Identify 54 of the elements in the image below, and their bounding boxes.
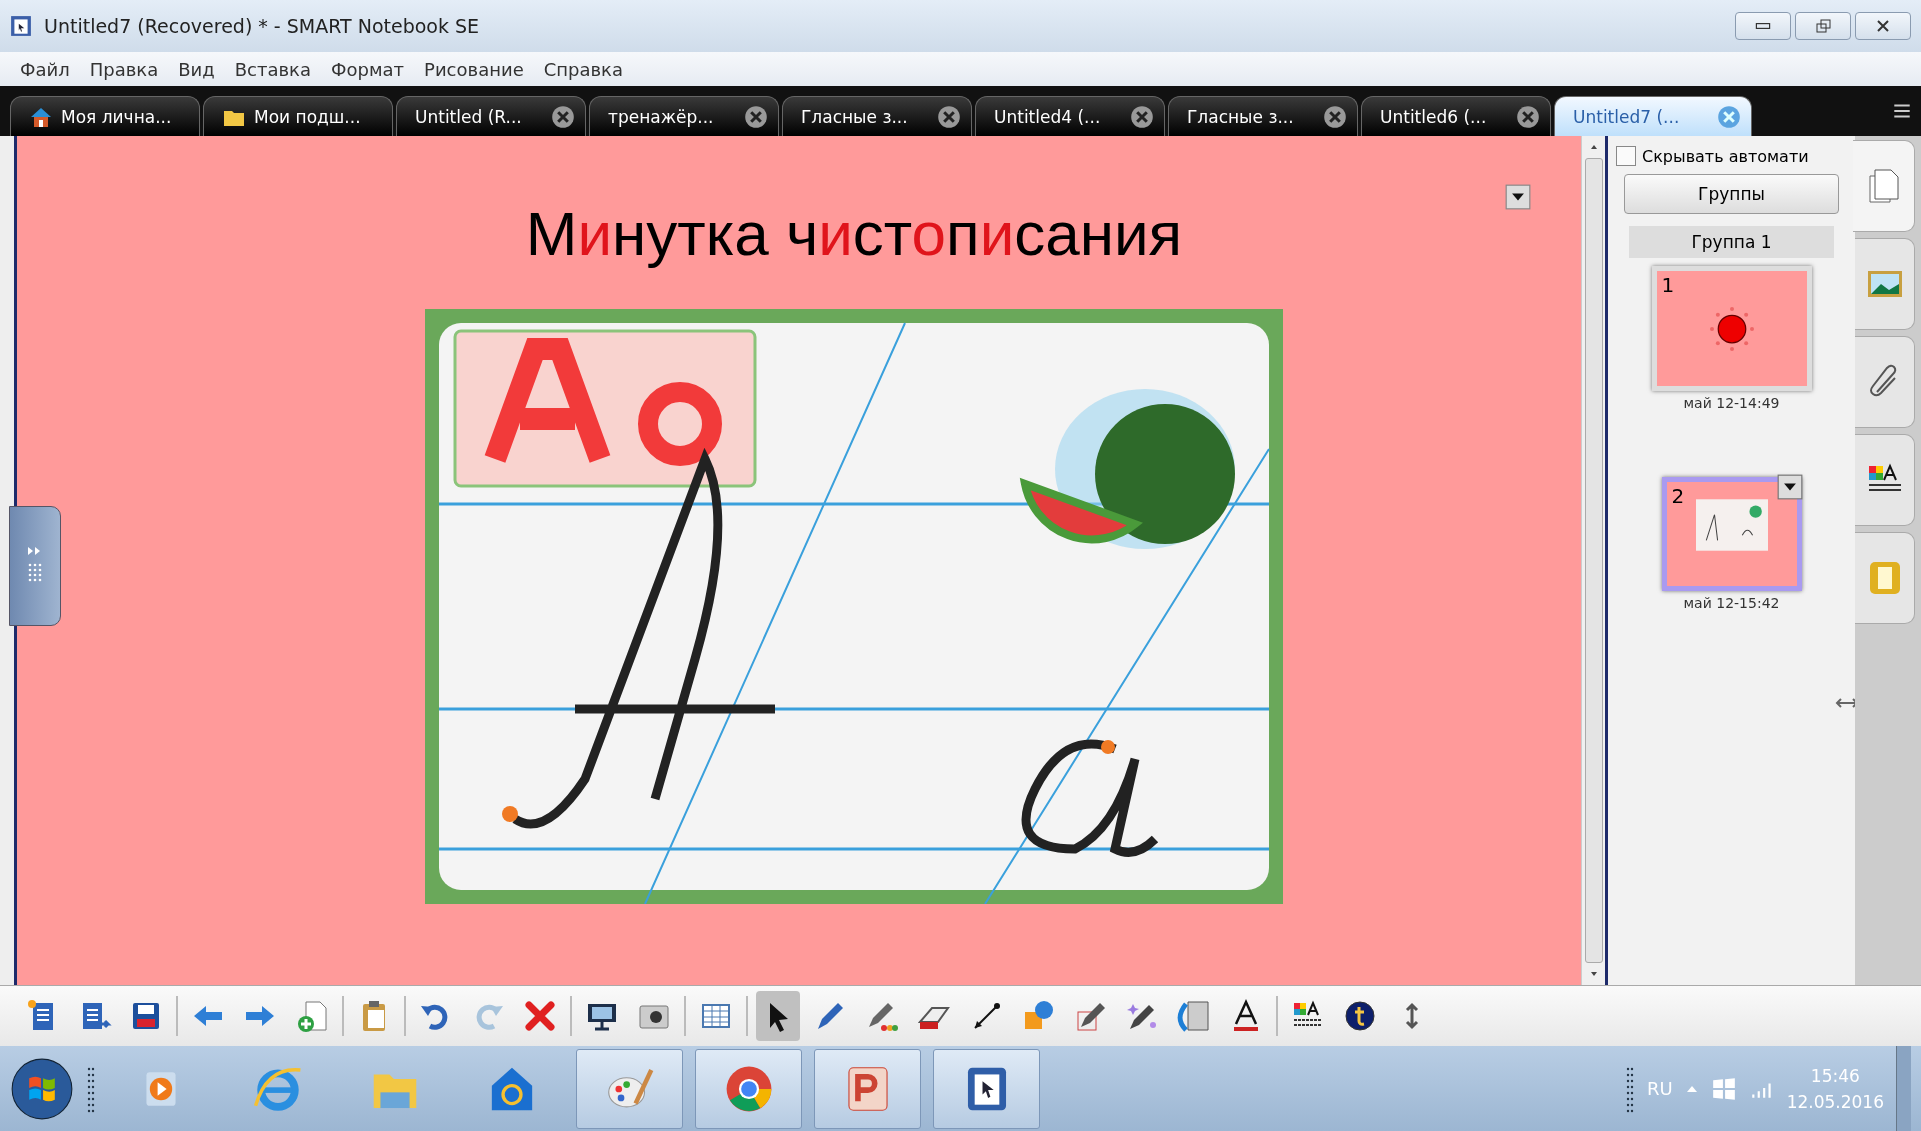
taskbar-app[interactable] — [933, 1048, 1040, 1129]
group-header: Группа 1 — [1629, 226, 1834, 258]
tips-icon — [1342, 998, 1378, 1034]
date-text: 12.05.2016 — [1786, 1091, 1884, 1112]
menu-item[interactable]: Вставка — [234, 58, 312, 80]
menu-item[interactable]: Вид — [178, 58, 215, 80]
document-tab[interactable]: Мои подш... — [203, 96, 393, 136]
checkbox-label: Скрывать автомати — [1642, 146, 1809, 166]
close-icon[interactable] — [551, 104, 575, 129]
taskbar-app[interactable] — [695, 1048, 802, 1129]
document-tab[interactable]: Гласные з... — [782, 96, 972, 136]
dropdown-icon[interactable] — [1776, 474, 1803, 500]
window-title: Untitled7 (Recovered) * - SMART Notebook SE — [44, 15, 480, 37]
groups-button[interactable]: Группы — [1624, 174, 1839, 214]
close-icon[interactable] — [1323, 104, 1347, 129]
document-tab[interactable]: Untitled (R... — [396, 96, 586, 136]
menu-item[interactable]: Правка — [89, 58, 159, 80]
side-tab[interactable] — [1855, 238, 1915, 330]
start-button[interactable] — [10, 1056, 74, 1121]
dropdown-icon[interactable] — [1505, 184, 1531, 210]
close-button[interactable] — [1855, 12, 1911, 40]
menu-item[interactable]: Справка — [543, 58, 624, 80]
page-date: май 12-15:42 — [1683, 595, 1780, 611]
checkbox[interactable] — [1616, 146, 1636, 166]
close-icon[interactable] — [1130, 104, 1154, 129]
menu-item[interactable]: Рисование — [424, 58, 524, 80]
document-tab[interactable]: Untitled7 (... — [1554, 96, 1752, 136]
side-handle[interactable] — [9, 506, 61, 626]
menu-item[interactable]: Файл — [20, 58, 70, 80]
time-text: 15:46 — [1810, 1065, 1860, 1086]
document-tab[interactable]: Untitled4 (... — [975, 96, 1165, 136]
close-icon[interactable] — [744, 104, 768, 129]
side-tab[interactable] — [1855, 434, 1915, 526]
delete-icon — [522, 998, 558, 1034]
slide-title: Минутка чистописания — [525, 198, 1183, 269]
close-icon[interactable] — [1516, 104, 1540, 129]
taskbar-app[interactable] — [814, 1048, 921, 1129]
document-tab[interactable]: Гласные з... — [1168, 96, 1358, 136]
side-tab[interactable] — [1855, 336, 1915, 428]
fill-icon — [1176, 998, 1212, 1034]
menu-item[interactable]: Формат — [331, 58, 405, 80]
minimize-icon — [1755, 23, 1771, 29]
page-date: май 12-14:49 — [1683, 395, 1780, 411]
restore-icon — [1813, 16, 1833, 36]
tool-button[interactable] — [756, 991, 800, 1041]
close-icon[interactable] — [937, 104, 961, 129]
document-tab[interactable]: Untitled6 (... — [1361, 96, 1551, 136]
notebook-icon — [10, 15, 32, 37]
scrollbar[interactable] — [1581, 136, 1605, 985]
minimize-button[interactable] — [1735, 12, 1791, 40]
document-tab[interactable]: Моя лична... — [10, 96, 200, 136]
page-thumbnail[interactable]: 2 — [1661, 477, 1802, 591]
page-thumbnail[interactable]: 1 — [1651, 266, 1812, 391]
document-tab[interactable]: тренажёр... — [589, 96, 779, 136]
